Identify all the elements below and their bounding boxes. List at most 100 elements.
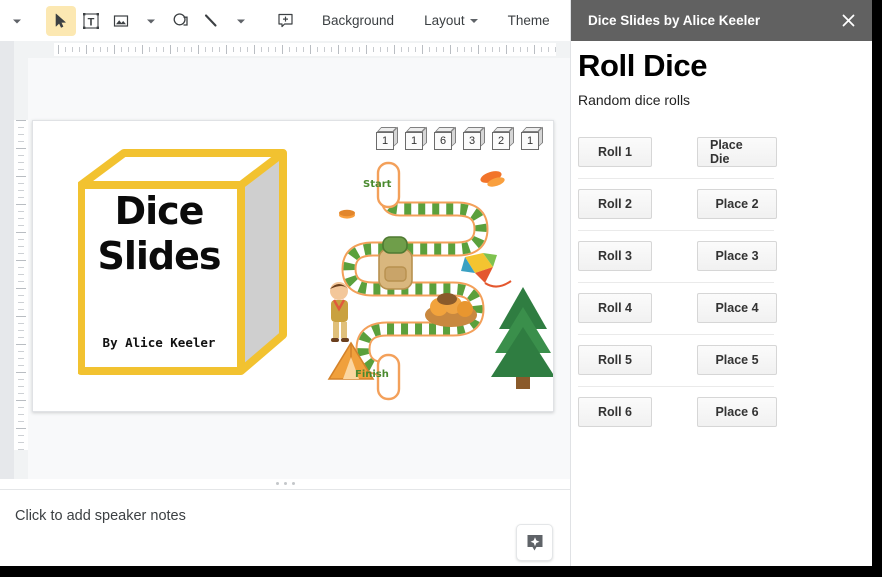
roll-6-button[interactable]: Roll 6: [578, 397, 652, 427]
select-tool-button[interactable]: [46, 5, 76, 36]
close-icon: [842, 14, 854, 27]
roll-4-button[interactable]: Roll 4: [578, 293, 652, 323]
addon-sidebar: Dice Slides by Alice Keeler Roll Dice Ra…: [570, 0, 872, 566]
image-icon: [113, 14, 129, 27]
die-value: 2: [492, 132, 510, 150]
place-2-button[interactable]: Place 2: [697, 189, 777, 219]
board-start-label: Start: [363, 179, 392, 190]
explore-button[interactable]: [516, 524, 553, 561]
editor-pane: T Background Layout Theme 1 1 6 3 2 1 Di…: [0, 0, 623, 566]
vruler-major-ticks: [14, 120, 28, 450]
die-4[interactable]: 3: [463, 126, 485, 151]
slide-canvas[interactable]: 1 1 6 3 2 1 Dice Slides By Alice Keeler …: [28, 58, 570, 479]
die-value: 1: [521, 132, 539, 150]
die-5[interactable]: 2: [492, 126, 514, 151]
line-caret-button[interactable]: [226, 6, 256, 36]
row-divider: [578, 230, 774, 231]
addon-heading: Roll Dice: [578, 48, 708, 83]
vertical-ruler[interactable]: [14, 58, 28, 479]
add-comment-button[interactable]: [270, 6, 300, 36]
caret-down-icon: [469, 18, 478, 23]
roll-rows: Roll 1 Place Die Roll 2 Place 2 Roll 3 P…: [571, 126, 872, 438]
board-game-graphic[interactable]: Start Finish: [325, 157, 553, 403]
pine-tree-decoration: [491, 287, 553, 389]
cube-byline: By Alice Keeler: [102, 335, 216, 350]
addon-sidebar-header: Dice Slides by Alice Keeler: [571, 0, 872, 41]
cube-title-line-1: Dice: [114, 189, 205, 233]
roll-row-4: Roll 4 Place 4: [571, 282, 872, 334]
notes-resize-handle[interactable]: [0, 479, 570, 488]
row-divider: [578, 178, 774, 179]
roll-2-button[interactable]: Roll 2: [578, 189, 652, 219]
comment-plus-icon: [277, 13, 293, 28]
current-slide[interactable]: 1 1 6 3 2 1 Dice Slides By Alice Keeler …: [32, 120, 554, 412]
place-6-button[interactable]: Place 6: [697, 397, 777, 427]
dice-slides-cube-graphic[interactable]: Dice Slides By Alice Keeler: [78, 149, 288, 399]
line-icon: [204, 13, 217, 27]
roll-1-button[interactable]: Roll 1: [578, 137, 652, 167]
ruler-major-ticks: [54, 43, 556, 56]
speaker-notes-pane[interactable]: Click to add speaker notes: [0, 489, 570, 566]
layout-label: Layout: [424, 13, 465, 28]
layout-button[interactable]: Layout: [416, 6, 486, 36]
speaker-notes-placeholder: Click to add speaker notes: [15, 508, 186, 524]
shape-icon: [173, 12, 188, 26]
handle-dot: [291, 482, 295, 485]
dice-group: 1 1 6 3 2 1: [376, 126, 543, 151]
background-button[interactable]: Background: [314, 6, 402, 36]
addon-title: Dice Slides by Alice Keeler: [588, 13, 761, 28]
place-5-button[interactable]: Place 5: [697, 345, 777, 375]
roll-3-button[interactable]: Roll 3: [578, 241, 652, 271]
text-box-icon: T: [83, 12, 99, 29]
board-finish-label: Finish: [355, 369, 389, 380]
addon-subheading: Random dice rolls: [578, 92, 691, 108]
butterfly-decoration: [480, 171, 505, 187]
handle-dot: [275, 482, 279, 485]
text-box-tool-button[interactable]: T: [76, 6, 106, 36]
row-divider: [578, 334, 774, 335]
die-3[interactable]: 6: [434, 126, 456, 151]
insert-image-button[interactable]: [106, 6, 136, 36]
die-1[interactable]: 1: [376, 126, 398, 151]
slides-editor-window: T Background Layout Theme 1 1 6 3 2 1 Di…: [0, 0, 872, 566]
caret-down-icon: [13, 19, 21, 23]
place-4-button[interactable]: Place 4: [697, 293, 777, 323]
die-value: 6: [434, 132, 452, 150]
roll-row-6: Roll 6 Place 6: [571, 386, 872, 438]
cookie-decoration: [339, 209, 355, 219]
line-tool-button[interactable]: [196, 6, 226, 36]
explore-sparkle-icon: [527, 534, 542, 550]
backpack-decoration: [378, 236, 413, 290]
shape-tool-button[interactable]: [166, 6, 196, 36]
insert-image-caret-button[interactable]: [136, 6, 166, 36]
die-2[interactable]: 1: [405, 126, 427, 151]
theme-button[interactable]: Theme: [500, 6, 558, 36]
cube-title: Dice Slides: [84, 189, 234, 279]
cursor-arrow-icon: [55, 13, 66, 28]
roll-row-3: Roll 3 Place 3: [571, 230, 872, 282]
undo-redo-caret-button[interactable]: [2, 6, 32, 36]
place-3-button[interactable]: Place 3: [697, 241, 777, 271]
row-divider: [578, 282, 774, 283]
row-divider: [578, 386, 774, 387]
die-value: 1: [376, 132, 394, 150]
die-value: 1: [405, 132, 423, 150]
horizontal-ruler[interactable]: [0, 41, 570, 58]
place-die-button[interactable]: Place Die: [697, 137, 777, 167]
scout-boy-decoration: [330, 282, 349, 342]
caret-down-icon: [147, 19, 155, 23]
roll-row-1: Roll 1 Place Die: [571, 126, 872, 178]
roll-row-2: Roll 2 Place 2: [571, 178, 872, 230]
die-value: 3: [463, 132, 481, 150]
svg-text:T: T: [88, 16, 95, 28]
ruler-corner: [0, 41, 14, 58]
die-6[interactable]: 1: [521, 126, 543, 151]
ruler-gutter: [14, 41, 54, 58]
addon-sidebar-body: Roll Dice Random dice rolls Roll 1 Place…: [571, 41, 872, 566]
board-game-path-icon: [327, 161, 553, 401]
handle-dot: [283, 482, 287, 485]
caret-down-icon: [237, 19, 245, 23]
slide-filmstrip-panel[interactable]: [0, 58, 14, 479]
roll-5-button[interactable]: Roll 5: [578, 345, 652, 375]
close-sidebar-button[interactable]: [835, 8, 861, 34]
